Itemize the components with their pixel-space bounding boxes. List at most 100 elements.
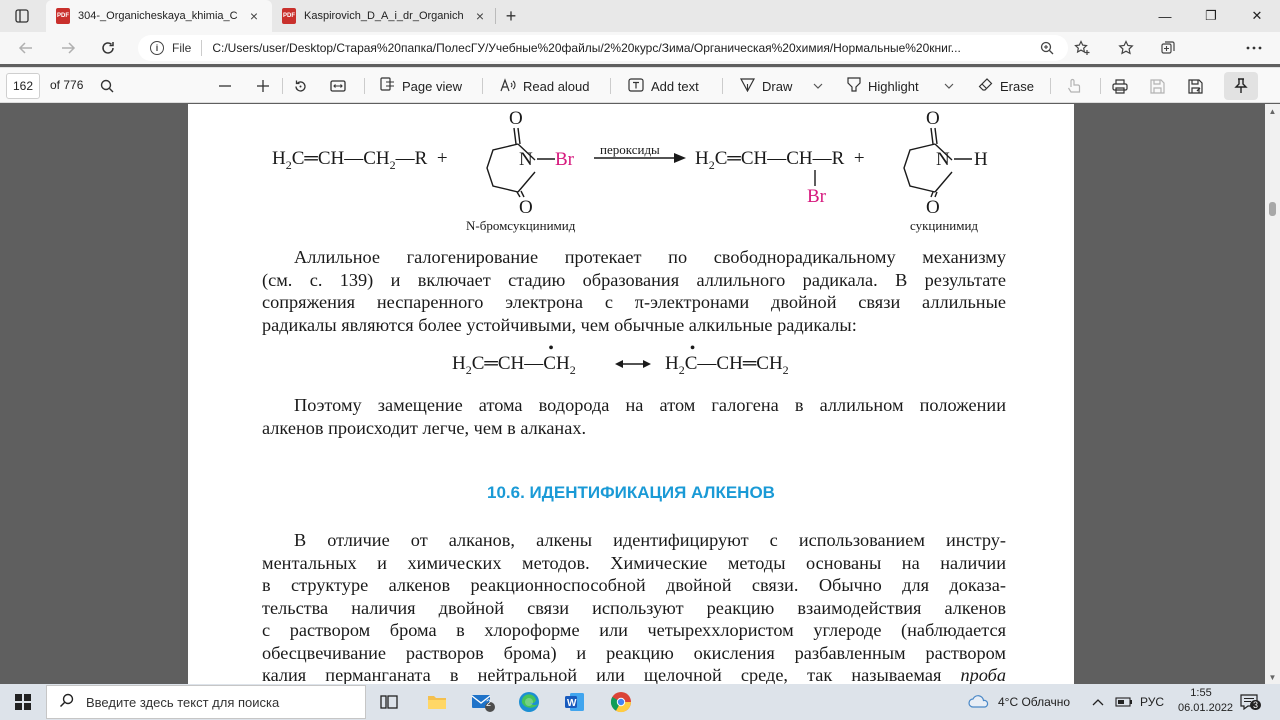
- notification-count: 3: [1250, 700, 1262, 710]
- maximize-button[interactable]: ❐: [1188, 0, 1234, 32]
- close-window-button[interactable]: ✕: [1234, 0, 1280, 32]
- save-as-icon[interactable]: [1188, 68, 1203, 104]
- svg-text:O: O: [509, 108, 523, 129]
- toolbar-separator: [1100, 78, 1101, 94]
- task-view-icon[interactable]: [372, 687, 406, 717]
- draw-options-chevron-down-icon[interactable]: [813, 68, 823, 104]
- refresh-icon[interactable]: [94, 36, 122, 60]
- text-line: с раствором брома в хлороформе или четыр…: [262, 620, 1006, 640]
- scroll-thumb[interactable]: [1269, 202, 1276, 216]
- tab-close-icon[interactable]: ×: [470, 8, 490, 24]
- save-icon[interactable]: [1150, 68, 1165, 104]
- edge-browser-icon[interactable]: [512, 687, 546, 717]
- toolbar-separator: [282, 78, 283, 94]
- rotate-icon[interactable]: [293, 68, 308, 104]
- battery-icon[interactable]: [1115, 684, 1133, 720]
- tab-title: Kaspirovich_D_A_i_dr_Organiche: [304, 10, 464, 22]
- url-field[interactable]: i File C:/Users/user/Desktop/Старая%20па…: [138, 35, 1068, 61]
- clock[interactable]: 1:55 06.01.2022: [1178, 686, 1234, 716]
- tab-strip: PDF 304-_Organicheskaya_khimia_Ch × PDF …: [0, 0, 1280, 32]
- paragraph-identification: В отличие от алканов, алкены идентифицир…: [262, 529, 1006, 684]
- svg-text:Br: Br: [555, 149, 575, 170]
- fit-width-icon[interactable]: [330, 68, 346, 104]
- cloud-icon: [968, 694, 990, 711]
- add-text-button[interactable]: Add text: [628, 68, 699, 104]
- reactant-allyl-formula: H2C═CH—CH2—R +: [272, 148, 448, 172]
- back-arrow-icon[interactable]: [12, 36, 40, 60]
- zoom-icon[interactable]: [1035, 37, 1059, 59]
- highlight-button[interactable]: Highlight: [847, 68, 919, 104]
- print-icon[interactable]: [1112, 68, 1128, 104]
- scroll-up-icon[interactable]: ▲: [1265, 104, 1280, 118]
- page-view-button[interactable]: Page view: [380, 68, 462, 104]
- reagent-label: N-бромсукцинимид: [466, 218, 576, 233]
- tab-close-icon[interactable]: ×: [244, 8, 264, 24]
- info-icon[interactable]: i: [150, 41, 164, 55]
- file-explorer-icon[interactable]: [420, 687, 454, 717]
- page-number-input[interactable]: 162: [6, 73, 40, 99]
- minimize-button[interactable]: —: [1142, 0, 1188, 32]
- toolbar-separator: [722, 78, 723, 94]
- taskbar-search-input[interactable]: Введите здесь текст для поиска: [46, 685, 366, 719]
- zoom-in-icon[interactable]: [256, 68, 270, 104]
- weather-widget[interactable]: 4°C Облачно: [968, 684, 1070, 720]
- eraser-icon: [978, 77, 993, 95]
- pin-toolbar-icon[interactable]: [1224, 72, 1258, 100]
- word-icon[interactable]: W: [558, 687, 592, 717]
- reaction-arrow-icon: [594, 153, 686, 163]
- favorites-icon[interactable]: [1114, 37, 1138, 59]
- zoom-out-icon[interactable]: [218, 68, 232, 104]
- vertical-scrollbar[interactable]: ▲ ▼: [1265, 104, 1280, 684]
- read-aloud-button[interactable]: Read aloud: [500, 68, 590, 104]
- svg-text:O: O: [926, 108, 940, 129]
- forward-arrow-icon[interactable]: [54, 36, 82, 60]
- page-count: of 776: [50, 78, 84, 92]
- search-icon: [59, 693, 74, 712]
- n-bromosuccinimide-structure: O O N Br: [486, 108, 575, 214]
- language-indicator[interactable]: РУС: [1140, 684, 1164, 720]
- toolbar-separator: [482, 78, 483, 94]
- tab-actions-icon[interactable]: [8, 4, 36, 28]
- scroll-down-icon[interactable]: ▼: [1265, 670, 1280, 684]
- resonance-arrow-icon: [615, 360, 651, 368]
- draw-icon: [739, 77, 756, 95]
- search-placeholder: Введите здесь текст для поиска: [86, 694, 280, 710]
- draw-label: Draw: [762, 78, 793, 94]
- text-line: калия перманганата в нейтральной или щел…: [262, 664, 1006, 684]
- pdf-toolbar: 162 of 776 Page view Read aloud Add text: [0, 67, 1280, 103]
- svg-text:O: O: [926, 197, 940, 214]
- tab-divider: [495, 8, 496, 24]
- mail-icon[interactable]: 2: [466, 687, 500, 717]
- notifications-icon[interactable]: 3: [1240, 684, 1262, 720]
- draw-button[interactable]: Draw: [739, 68, 793, 104]
- new-tab-button[interactable]: +: [500, 4, 522, 28]
- succinimide-structure: O O N H: [903, 108, 988, 214]
- highlight-options-chevron-down-icon[interactable]: [944, 68, 954, 104]
- add-favorite-icon[interactable]: [1070, 37, 1094, 59]
- page-view-label: Page view: [402, 78, 462, 94]
- erase-button[interactable]: Erase: [978, 68, 1034, 104]
- product-label: сукцинимид: [910, 218, 979, 233]
- product-allyl-bromide-formula: H2C═CH—CH—R +: [695, 148, 865, 172]
- clock-date: 06.01.2022: [1178, 702, 1234, 714]
- chrome-icon[interactable]: [604, 687, 638, 717]
- tab-kaspirovich[interactable]: PDF Kaspirovich_D_A_i_dr_Organiche ×: [272, 0, 494, 32]
- tab-title: 304-_Organicheskaya_khimia_Ch: [78, 10, 238, 22]
- bromine-substituent: Br: [807, 186, 826, 207]
- collections-icon[interactable]: [1156, 37, 1180, 59]
- text-line: в структуре алкенов реакционноспособной …: [262, 575, 1006, 595]
- text-line: Аллильное галогенирование протекает по с…: [294, 247, 1006, 267]
- show-hidden-icons-chevron-up-icon[interactable]: [1092, 684, 1104, 720]
- svg-text:H: H: [974, 149, 988, 170]
- touch-write-icon[interactable]: [1067, 68, 1081, 104]
- windows-start-icon[interactable]: [0, 684, 46, 720]
- toolbar-separator: [1050, 78, 1051, 94]
- text-line: тельства наличия двойной связи использую…: [262, 597, 1006, 618]
- url-text[interactable]: C:/Users/user/Desktop/Старая%20папка/Пол…: [212, 41, 1022, 55]
- find-icon[interactable]: [100, 68, 114, 104]
- taskbar: Введите здесь текст для поиска 2 W 4°C О…: [0, 684, 1280, 720]
- allyl-radical-resonance-form-2: H2C • —CH═CH2: [665, 340, 789, 377]
- svg-text:W: W: [567, 698, 577, 709]
- tab-organicheskaya[interactable]: PDF 304-_Organicheskaya_khimia_Ch ×: [46, 0, 272, 32]
- more-options-icon[interactable]: [1242, 37, 1266, 59]
